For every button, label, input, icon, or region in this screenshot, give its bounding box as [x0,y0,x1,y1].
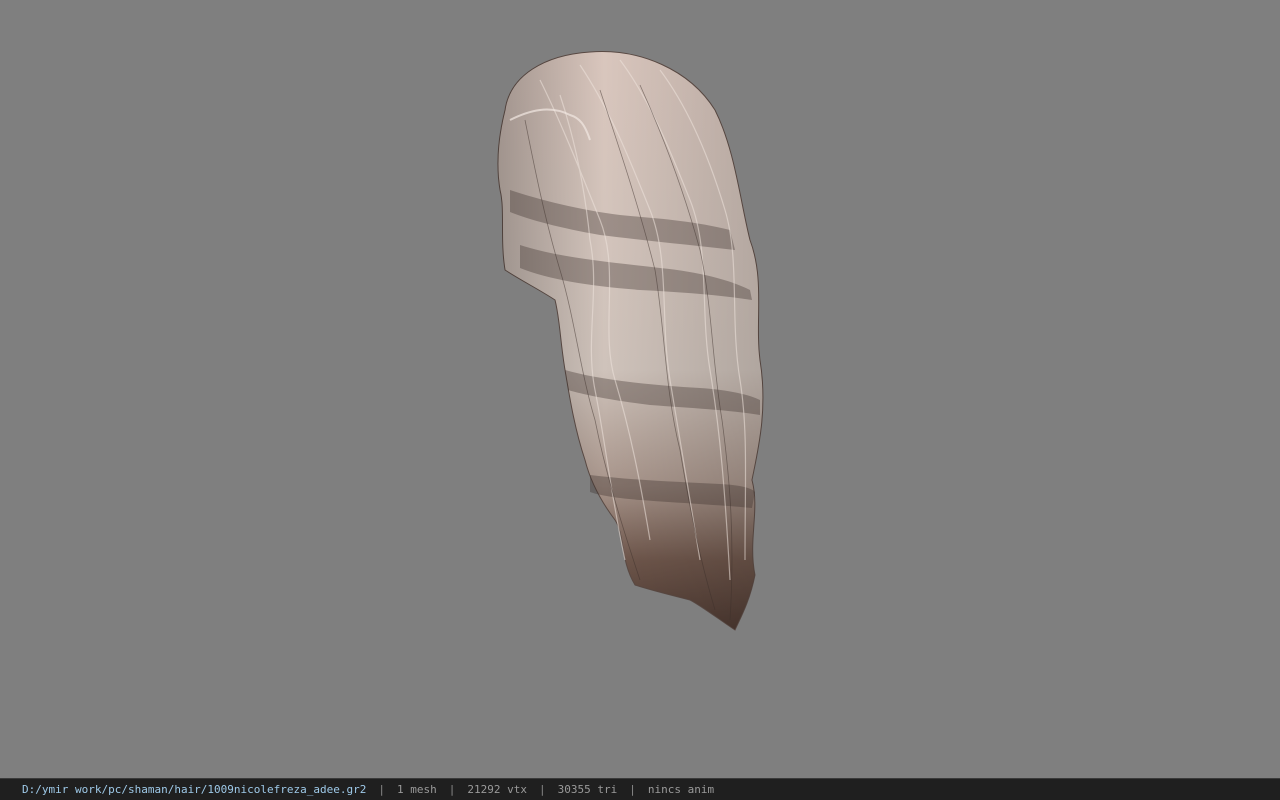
vertex-count: 21292 vtx [467,783,527,796]
separator: | [378,783,385,796]
status-bar: D:/ymir work/pc/shaman/hair/1009nicolefr… [0,778,1280,800]
triangle-count: 30355 tri [557,783,618,796]
separator: | [629,783,636,796]
hair-model [497,51,764,631]
animation-status: nincs anim [647,783,715,796]
mesh-count: 1 mesh [397,783,437,796]
separator: | [448,783,456,796]
separator: | [538,783,546,796]
3d-viewport[interactable] [0,0,1280,778]
file-path: D:/ymir work/pc/shaman/hair/1009nicolefr… [22,783,367,796]
